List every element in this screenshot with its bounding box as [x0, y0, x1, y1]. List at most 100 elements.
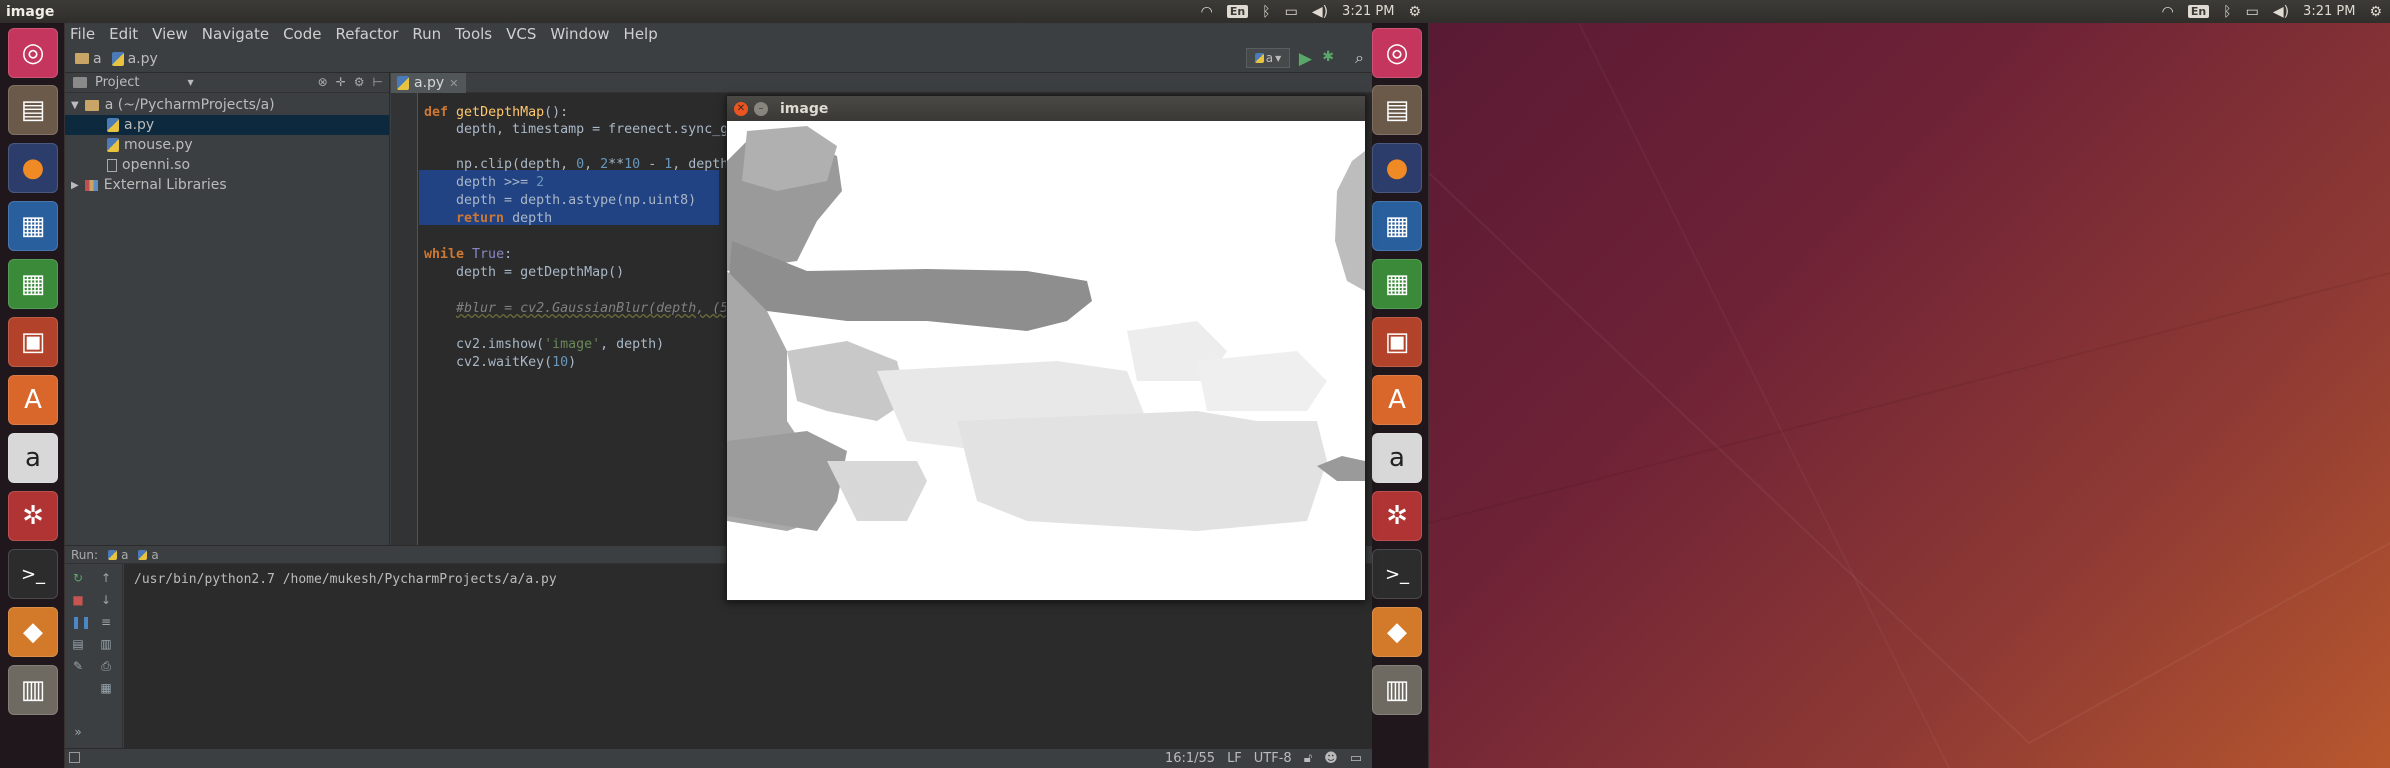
calc-icon[interactable]: ▦: [8, 259, 58, 309]
ubuntu-dash-icon[interactable]: ◎: [1372, 28, 1422, 78]
image-window-titlebar[interactable]: ✕ – image: [727, 96, 1365, 121]
menu-tools[interactable]: Tools: [455, 25, 492, 43]
terminal-icon[interactable]: >_: [8, 549, 58, 599]
system-settings-icon[interactable]: ✲: [1372, 491, 1422, 541]
menu-run[interactable]: Run: [412, 25, 441, 43]
cursor-position[interactable]: 16:1/55: [1165, 751, 1215, 766]
expand-arrow-icon[interactable]: ▶: [71, 180, 79, 191]
status-left-icon[interactable]: [69, 752, 80, 763]
software-center-icon[interactable]: A: [8, 375, 58, 425]
firefox-icon[interactable]: ●: [1372, 143, 1422, 193]
breadcrumb-file-label: a.py: [127, 50, 158, 67]
gear-icon[interactable]: ⚙: [2369, 4, 2382, 20]
wifi-icon[interactable]: ◠: [1201, 4, 1213, 20]
project-icon: [73, 77, 87, 88]
settings-icon[interactable]: ⚙: [354, 75, 365, 89]
pause-icon[interactable]: ❚❚: [71, 616, 91, 628]
up-arrow-icon[interactable]: ↑: [99, 572, 113, 584]
menu-edit[interactable]: Edit: [109, 25, 138, 43]
menu-help[interactable]: Help: [624, 25, 658, 43]
run-tab[interactable]: a: [108, 548, 128, 562]
pycharm-icon[interactable]: ◆: [8, 607, 58, 657]
trash-icon[interactable]: ▥: [1372, 665, 1422, 715]
search-icon[interactable]: ⌕: [1355, 48, 1364, 68]
menu-code[interactable]: Code: [283, 25, 321, 43]
run-icon[interactable]: ▶: [1299, 49, 1312, 69]
breadcrumb-folder[interactable]: a: [75, 51, 102, 67]
stop-icon[interactable]: ■: [71, 594, 85, 606]
down-arrow-icon[interactable]: ↓: [99, 594, 113, 606]
wifi-icon[interactable]: ◠: [2162, 4, 2174, 20]
menu-refactor[interactable]: Refactor: [335, 25, 398, 43]
image-window[interactable]: ✕ – image: [726, 95, 1366, 601]
pycharm-icon[interactable]: ◆: [1372, 607, 1422, 657]
print-icon[interactable]: ⎙: [99, 660, 113, 672]
event-log-icon[interactable]: ▭: [1350, 751, 1362, 766]
battery-icon[interactable]: ▭: [1285, 4, 1298, 20]
run-configuration-select[interactable]: a ▼: [1246, 48, 1290, 68]
menu-navigate[interactable]: Navigate: [202, 25, 269, 43]
scroll-to-end-icon[interactable]: ▥: [99, 638, 113, 650]
tree-external-libraries[interactable]: ▶ External Libraries: [65, 175, 389, 195]
impress-icon[interactable]: ▣: [1372, 317, 1422, 367]
target-icon[interactable]: ⊗: [318, 75, 328, 89]
expand-arrow-icon[interactable]: ▼: [71, 100, 79, 111]
file-encoding[interactable]: UTF-8: [1254, 751, 1292, 766]
impress-icon[interactable]: ▣: [8, 317, 58, 367]
close-icon[interactable]: ✕: [734, 101, 748, 116]
files-icon[interactable]: ▤: [8, 85, 58, 135]
writer-icon[interactable]: ▦: [1372, 201, 1422, 251]
clock[interactable]: 3:21 PM: [2303, 4, 2355, 19]
bluetooth-icon[interactable]: ᛒ: [1262, 4, 1270, 20]
line-separator[interactable]: LF: [1227, 751, 1242, 766]
bluetooth-icon[interactable]: ᛒ: [2223, 4, 2231, 20]
ubuntu-dash-icon[interactable]: ◎: [8, 28, 58, 78]
trash-icon[interactable]: ▥: [8, 665, 58, 715]
files-icon[interactable]: ▤: [1372, 85, 1422, 135]
minimize-icon[interactable]: –: [754, 101, 768, 116]
dump-threads-icon[interactable]: ▤: [71, 638, 85, 650]
writer-icon[interactable]: ▦: [8, 201, 58, 251]
terminal-icon[interactable]: >_: [1372, 549, 1422, 599]
expand-icon[interactable]: »: [71, 726, 85, 738]
volume-icon[interactable]: ◀): [2273, 4, 2289, 20]
debug-icon[interactable]: ✱: [1322, 49, 1334, 65]
menu-vcs[interactable]: VCS: [506, 25, 536, 43]
software-center-icon[interactable]: A: [1372, 375, 1422, 425]
active-window-title: image: [6, 3, 55, 20]
keyboard-layout-indicator[interactable]: En: [1226, 5, 1249, 18]
amazon-icon[interactable]: a: [1372, 433, 1422, 483]
tree-file-openni-so[interactable]: openni.so: [65, 155, 389, 175]
pin-icon[interactable]: ✎: [71, 660, 85, 672]
collapse-icon[interactable]: ✛: [336, 75, 346, 89]
calc-icon[interactable]: ▦: [1372, 259, 1422, 309]
run-tab[interactable]: a: [138, 547, 159, 562]
lock-icon[interactable]: 🔓︎: [1304, 751, 1312, 766]
rerun-icon[interactable]: ↻: [71, 572, 85, 584]
battery-icon[interactable]: ▭: [2246, 4, 2259, 20]
breadcrumb-file[interactable]: a.py: [111, 50, 158, 67]
keyboard-layout-indicator[interactable]: En: [2187, 5, 2210, 18]
tree-file-mouse-py[interactable]: mouse.py: [65, 135, 389, 155]
tree-file-a-py[interactable]: a.py: [65, 115, 389, 135]
run-tab-label: a: [151, 547, 159, 562]
soft-wrap-icon[interactable]: ≡: [99, 616, 113, 628]
volume-icon[interactable]: ◀): [1312, 4, 1328, 20]
chevron-down-icon[interactable]: ▼: [187, 78, 193, 87]
amazon-icon[interactable]: a: [8, 433, 58, 483]
close-icon[interactable]: ✕: [449, 77, 458, 90]
clock[interactable]: 3:21 PM: [1342, 4, 1394, 19]
tree-root[interactable]: ▼ a (~/PycharmProjects/a): [65, 95, 389, 115]
tab-a-py[interactable]: a.py ✕: [391, 73, 467, 93]
hide-icon[interactable]: ⊢: [373, 75, 383, 89]
menu-view[interactable]: View: [152, 25, 188, 43]
depth-map-image: [727, 121, 1365, 600]
firefox-icon[interactable]: ●: [8, 143, 58, 193]
menu-file[interactable]: File: [70, 25, 95, 43]
hector-icon[interactable]: ☻: [1324, 751, 1338, 766]
menu-window[interactable]: Window: [550, 25, 609, 43]
gear-icon[interactable]: ⚙: [1408, 4, 1421, 20]
project-panel-title[interactable]: Project: [95, 75, 139, 90]
clear-icon[interactable]: ▦: [99, 682, 113, 694]
system-settings-icon[interactable]: ✲: [8, 491, 58, 541]
